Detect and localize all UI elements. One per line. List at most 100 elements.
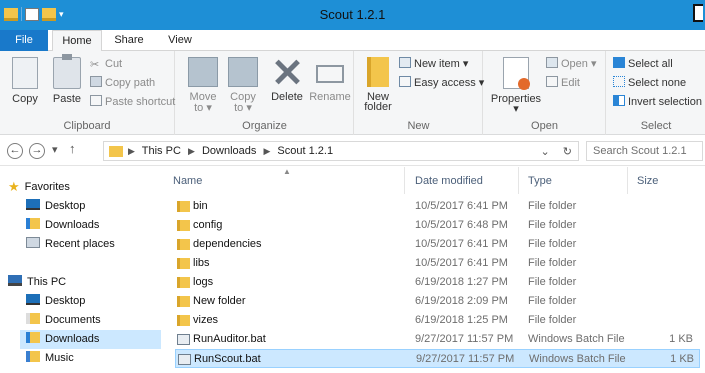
ribbon-tabs: File Home Share View (0, 30, 705, 52)
paste-button[interactable]: Paste (50, 54, 84, 105)
nav-fav-downloads[interactable]: Downloads (26, 216, 99, 235)
properties-button[interactable]: Properties ▾ (490, 57, 542, 115)
file-row[interactable]: RunAuditor.bat 9/27/2017 11:57 PM Windows … (175, 330, 700, 349)
cut-button[interactable]: ✂ Cut (90, 56, 122, 73)
invert-selection-button[interactable]: Invert selection (613, 94, 702, 111)
tab-view[interactable]: View (158, 30, 202, 51)
breadcrumb-downloads[interactable]: Downloads (202, 145, 256, 157)
file-date: 9/27/2017 11:57 PM (415, 333, 514, 345)
ribbon: Copy Paste ✂ Cut Copy path Paste shortcut… (0, 51, 705, 135)
clipboard-group: Copy Paste ✂ Cut Copy path Paste shortcut… (0, 51, 175, 135)
organize-group: Move to ▾ Copy to ▾ Delete Rename Organi… (176, 51, 354, 135)
column-header-size[interactable]: Size (629, 167, 705, 194)
new-folder-button[interactable]: New folder (361, 57, 395, 113)
column-header-date[interactable]: Date modified (407, 167, 519, 194)
nav-favorites[interactable]: ★ Favorites (8, 177, 70, 196)
easy-access-button[interactable]: Easy access ▾ (399, 75, 484, 92)
music-icon (26, 351, 40, 362)
file-row[interactable]: libs 10/5/2017 6:41 PM File folder (175, 254, 700, 273)
file-type: File folder (528, 295, 577, 307)
paste-label: Paste (52, 93, 82, 105)
open-button[interactable]: Open ▾ (546, 56, 597, 73)
file-row[interactable]: config 10/5/2017 6:48 PM File folder (175, 216, 700, 235)
tab-file[interactable]: File (0, 30, 48, 51)
file-date: 6/19/2018 1:25 PM (415, 314, 508, 326)
select-none-button[interactable]: Select none (613, 75, 686, 92)
new-item-button[interactable]: New item ▾ (399, 56, 468, 73)
copy-to-button[interactable]: Copy to ▾ (226, 57, 260, 114)
properties-icon (503, 57, 530, 90)
copy-button[interactable]: Copy (10, 57, 40, 105)
desktop-icon (26, 199, 40, 210)
forward-arrow-icon[interactable]: → (29, 143, 45, 159)
nav-pc-music[interactable]: Music (26, 349, 74, 368)
file-row[interactable]: logs 6/19/2018 1:27 PM File folder (175, 273, 700, 292)
clipboard-group-label: Clipboard (63, 120, 111, 132)
open-group-label: Open (531, 120, 558, 132)
nav-fav-desktop[interactable]: Desktop (26, 197, 85, 216)
file-type: File folder (528, 276, 577, 288)
file-row[interactable]: vizes 6/19/2018 1:25 PM File folder (175, 311, 700, 330)
delete-button[interactable]: Delete (268, 57, 306, 103)
file-name: libs (193, 257, 210, 269)
easy-access-icon (399, 76, 411, 87)
rename-button[interactable]: Rename (308, 57, 352, 103)
new-folder-icon (367, 57, 389, 87)
select-all-button[interactable]: Select all (613, 56, 673, 73)
paste-shortcut-button[interactable]: Paste shortcut (90, 94, 175, 111)
up-arrow-icon[interactable]: ↑ (69, 141, 76, 156)
file-type: File folder (528, 219, 577, 231)
tab-share[interactable]: Share (106, 30, 152, 51)
nav-pc-documents[interactable]: Documents (26, 311, 101, 330)
select-group-label: Select (640, 120, 672, 132)
file-date: 10/5/2017 6:41 PM (415, 257, 508, 269)
move-to-icon (188, 57, 218, 87)
file-name: New folder (193, 295, 246, 307)
copy-icon (12, 57, 38, 89)
file-row[interactable]: dependencies 10/5/2017 6:41 PM File folder (175, 235, 700, 254)
search-input[interactable]: Search Scout 1.2.1 (586, 141, 703, 161)
minimize-button[interactable] (693, 4, 703, 22)
clipboard-icon (53, 54, 81, 89)
column-header-name[interactable]: ▲ Name (165, 167, 405, 194)
file-date: 10/5/2017 6:41 PM (415, 200, 508, 212)
refresh-icon[interactable]: ↻ (563, 146, 572, 158)
nav-this-pc[interactable]: This PC (8, 273, 66, 292)
file-date: 10/5/2017 6:41 PM (415, 238, 508, 250)
recent-locations-chevron-icon[interactable]: ▾ (52, 143, 58, 156)
invert-selection-icon (613, 95, 625, 106)
address-field[interactable]: ▶ This PC ▶ Downloads ▶ Scout 1.2.1 ⌄ ↻ (103, 141, 579, 161)
column-header-type[interactable]: Type (520, 167, 628, 194)
breadcrumb-this-pc[interactable]: This PC (142, 145, 181, 157)
file-row[interactable]: RunScout.bat 9/27/2017 11:57 PM Windows Ba… (175, 349, 700, 368)
file-size: 1 KB (670, 353, 694, 365)
folder-icon (177, 201, 190, 212)
batch-file-icon (177, 334, 190, 345)
file-list: ▲ Name Date modified Type Size bin 10/5/20… (165, 167, 705, 373)
file-row[interactable]: bin 10/5/2017 6:41 PM File folder (175, 197, 700, 216)
new-item-icon (399, 57, 411, 68)
file-name: RunAuditor.bat (193, 333, 266, 345)
tab-home[interactable]: Home (52, 30, 102, 52)
nav-pc-downloads[interactable]: Downloads (20, 330, 161, 349)
edit-icon (546, 76, 558, 87)
breadcrumb: ▶ This PC ▶ Downloads ▶ Scout 1.2.1 (128, 145, 334, 157)
folder-icon (177, 315, 190, 326)
edit-button[interactable]: Edit (546, 75, 580, 92)
open-group: Properties ▾ Open ▾ Edit Open (484, 51, 606, 135)
move-to-button[interactable]: Move to ▾ (186, 57, 220, 114)
address-dropdown-icon[interactable]: ⌄ (541, 146, 550, 158)
documents-icon (26, 313, 40, 324)
folder-icon (177, 258, 190, 269)
back-arrow-icon[interactable]: ← (7, 143, 23, 159)
breadcrumb-scout[interactable]: Scout 1.2.1 (277, 145, 333, 157)
folder-icon (109, 146, 123, 157)
nav-pc-desktop[interactable]: Desktop (26, 292, 85, 311)
copy-path-button[interactable]: Copy path (90, 75, 155, 92)
copy-label: Copy (12, 93, 38, 105)
recent-places-icon (26, 237, 40, 248)
copy-path-icon (90, 76, 102, 87)
file-name: dependencies (193, 238, 262, 250)
nav-fav-recent-places[interactable]: Recent places (26, 235, 115, 254)
file-row[interactable]: New folder 6/19/2018 2:09 PM File folder (175, 292, 700, 311)
